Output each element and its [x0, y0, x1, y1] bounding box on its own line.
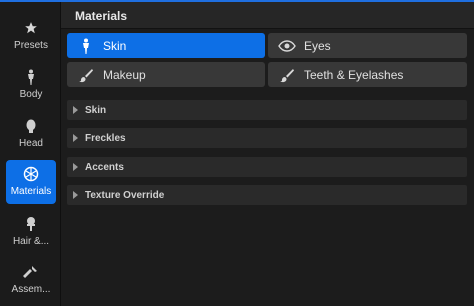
rail-item-hair[interactable]: Hair &...: [6, 210, 56, 254]
material-button-teeth-eyelashes[interactable]: Teeth & Eyelashes: [268, 62, 467, 87]
section-label: Freckles: [85, 132, 126, 144]
skin-figure-icon: [77, 37, 95, 55]
expand-arrow-icon: [73, 106, 78, 114]
rail-item-label: Body: [19, 89, 43, 100]
section-texture-override[interactable]: Texture Override: [67, 185, 467, 205]
section-freckles[interactable]: Freckles: [67, 128, 467, 148]
material-button-makeup[interactable]: Makeup: [67, 62, 265, 87]
material-button-label: Eyes: [304, 38, 331, 53]
material-button-skin[interactable]: Skin: [67, 33, 265, 58]
expand-arrow-icon: [73, 191, 78, 199]
rail-item-label: Materials: [10, 186, 52, 197]
panel-header: Materials: [61, 2, 474, 29]
expand-arrow-icon: [73, 134, 78, 142]
rail-item-head[interactable]: Head: [6, 112, 56, 156]
materials-panel: Materials Skin Eyes Makeup Teeth & Eyela…: [61, 2, 474, 306]
panel-title: Materials: [75, 9, 128, 23]
rail-item-label: Assem...: [11, 284, 51, 295]
hammer-icon: [23, 264, 39, 280]
section-accents[interactable]: Accents: [67, 157, 467, 177]
material-button-label: Skin: [103, 38, 127, 53]
star-icon: [23, 20, 39, 36]
rail-item-presets[interactable]: Presets: [6, 14, 56, 58]
left-rail: Presets Body Head Materials Hair &... As…: [0, 2, 61, 306]
hair-icon: [23, 216, 39, 232]
expand-arrow-icon: [73, 163, 78, 171]
rail-item-assembly[interactable]: Assem...: [6, 258, 56, 302]
material-button-label: Teeth & Eyelashes: [304, 67, 404, 82]
materials-icon: [23, 166, 39, 182]
brush-icon: [278, 66, 296, 84]
material-button-eyes[interactable]: Eyes: [268, 33, 467, 58]
rail-item-label: Head: [19, 138, 43, 149]
body-icon: [23, 69, 39, 85]
section-skin[interactable]: Skin: [67, 100, 467, 120]
section-label: Texture Override: [85, 189, 165, 201]
eye-icon: [278, 37, 296, 55]
rail-item-body[interactable]: Body: [6, 63, 56, 107]
head-icon: [23, 118, 39, 134]
rail-item-label: Hair &...: [12, 236, 50, 247]
brush-icon: [77, 66, 95, 84]
section-label: Accents: [85, 161, 124, 173]
section-label: Skin: [85, 104, 107, 116]
rail-item-materials[interactable]: Materials: [6, 160, 56, 204]
rail-item-label: Presets: [14, 40, 48, 51]
material-button-label: Makeup: [103, 67, 146, 82]
